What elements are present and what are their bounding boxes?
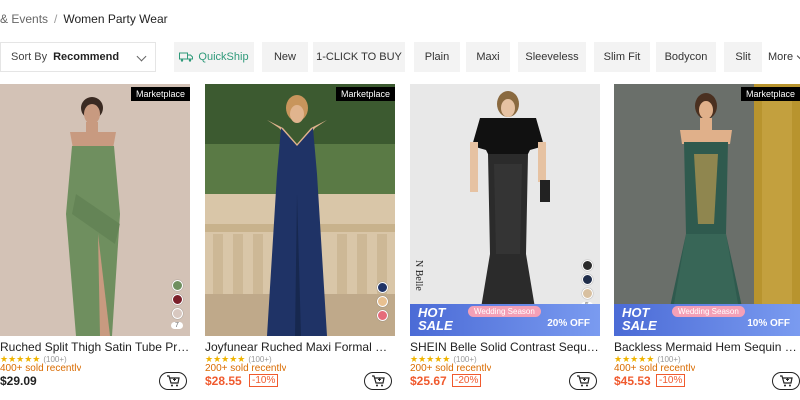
brand-watermark: N Belle — [413, 260, 424, 291]
cart-icon — [577, 375, 590, 387]
product-title[interactable]: SHEIN Belle Solid Contrast Sequin Dr... — [410, 340, 600, 354]
price: $25.67 — [410, 374, 447, 388]
filter-chip-quickship[interactable]: QuickShip — [174, 42, 254, 72]
product-card[interactable]: Marketplace HOT SALE Wedding Season 10% O… — [614, 84, 800, 400]
promo-hot-sale: HOT SALE — [418, 305, 453, 333]
swatch[interactable] — [376, 310, 388, 321]
swatch[interactable] — [581, 288, 593, 299]
product-image[interactable]: Marketplace HOT SALE Wedding Season 10% O… — [614, 84, 800, 336]
marketplace-badge: Marketplace — [130, 87, 190, 101]
discount-badge: -20% — [452, 374, 482, 387]
sold-count: 400+ sold recently — [614, 363, 696, 371]
filter-chip-one-click[interactable]: 1-CLICK TO BUY — [313, 42, 405, 72]
swatch[interactable] — [581, 260, 593, 271]
sort-value: Recommend — [53, 51, 120, 63]
price: $45.53 — [614, 374, 651, 388]
promo-hot-sale: HOT SALE — [622, 305, 657, 333]
truck-icon — [179, 52, 194, 62]
product-card[interactable]: Marketplace Joyfunear Ruched Maxi Formal… — [205, 84, 395, 400]
product-card[interactable]: Marketplace 7 Ruched Split Thigh Satin T… — [0, 84, 190, 400]
promo-banner: HOT SALE Wedding Season 10% OFF — [614, 304, 800, 336]
filter-chip-plain[interactable]: Plain — [414, 42, 460, 72]
swatch[interactable] — [581, 274, 593, 285]
product-image[interactable]: Marketplace — [205, 84, 395, 336]
product-image[interactable]: N Belle 5 HOTSALE Wedding Season 20% OFF — [410, 84, 600, 336]
sold-count: 200+ sold recently — [410, 363, 492, 371]
swatch[interactable] — [376, 296, 388, 307]
sort-dropdown[interactable]: Sort By Recommend — [0, 42, 156, 72]
promo-discount: 20% OFF — [547, 318, 590, 329]
filter-chip-sleeveless[interactable]: Sleeveless — [518, 42, 586, 72]
filter-chip-label: QuickShip — [198, 51, 249, 63]
swatch[interactable] — [376, 282, 388, 293]
product-title[interactable]: Joyfunear Ruched Maxi Formal Dress — [205, 340, 395, 354]
marketplace-badge: Marketplace — [335, 87, 395, 101]
cart-icon — [372, 375, 385, 387]
breadcrumb: & Events / Women Party Wear — [0, 12, 168, 26]
breadcrumb-current: Women Party Wear — [63, 12, 168, 26]
filter-chip-new[interactable]: New — [262, 42, 308, 72]
add-to-cart-button[interactable] — [569, 372, 597, 390]
promo-tag: Wedding Season — [468, 306, 541, 317]
promo-discount: 10% OFF — [747, 318, 790, 329]
cart-icon — [780, 375, 793, 387]
chevron-down-icon — [136, 51, 147, 62]
discount-badge: -10% — [249, 374, 279, 387]
price: $29.09 — [0, 374, 37, 388]
promo-banner: HOT SALE Wedding Season 20% OFF — [410, 304, 600, 336]
color-swatches: 7 — [170, 280, 184, 329]
breadcrumb-separator: / — [54, 12, 58, 26]
product-title[interactable]: Ruched Split Thigh Satin Tube Prom D... — [0, 340, 190, 354]
filter-bar: Sort By Recommend QuickShip New 1-CLICK … — [0, 42, 800, 72]
swatch[interactable] — [171, 294, 183, 305]
cart-icon — [167, 375, 180, 387]
swatch-count: 7 — [171, 322, 183, 329]
filter-chip-slit[interactable]: Slit — [724, 42, 762, 72]
more-label: More — [768, 51, 794, 63]
price: $28.55 — [205, 374, 242, 388]
filter-chip-slim-fit[interactable]: Slim Fit — [594, 42, 650, 72]
add-to-cart-button[interactable] — [159, 372, 187, 390]
sold-count: 400+ sold recently — [0, 363, 82, 371]
color-swatches: 5 — [580, 260, 594, 309]
color-swatches — [375, 282, 389, 321]
swatch[interactable] — [171, 280, 183, 291]
swatch[interactable] — [171, 308, 183, 319]
add-to-cart-button[interactable] — [364, 372, 392, 390]
add-to-cart-button[interactable] — [772, 372, 800, 390]
product-card[interactable]: N Belle 5 HOTSALE Wedding Season 20% OFF… — [410, 84, 600, 400]
sort-label: Sort By — [11, 51, 48, 63]
marketplace-badge: Marketplace — [740, 87, 800, 101]
product-image[interactable]: Marketplace 7 — [0, 84, 190, 336]
sold-count: 200+ sold recently — [205, 363, 287, 371]
breadcrumb-parent-link[interactable]: & Events — [0, 12, 48, 26]
product-title[interactable]: Backless Mermaid Hem Sequin Prom ... — [614, 340, 800, 354]
more-filters-button[interactable]: More — [768, 42, 800, 72]
filter-chip-bodycon[interactable]: Bodycon — [656, 42, 716, 72]
discount-badge: -10% — [656, 374, 686, 387]
promo-tag: Wedding Season — [672, 306, 745, 317]
filter-chip-maxi[interactable]: Maxi — [466, 42, 510, 72]
